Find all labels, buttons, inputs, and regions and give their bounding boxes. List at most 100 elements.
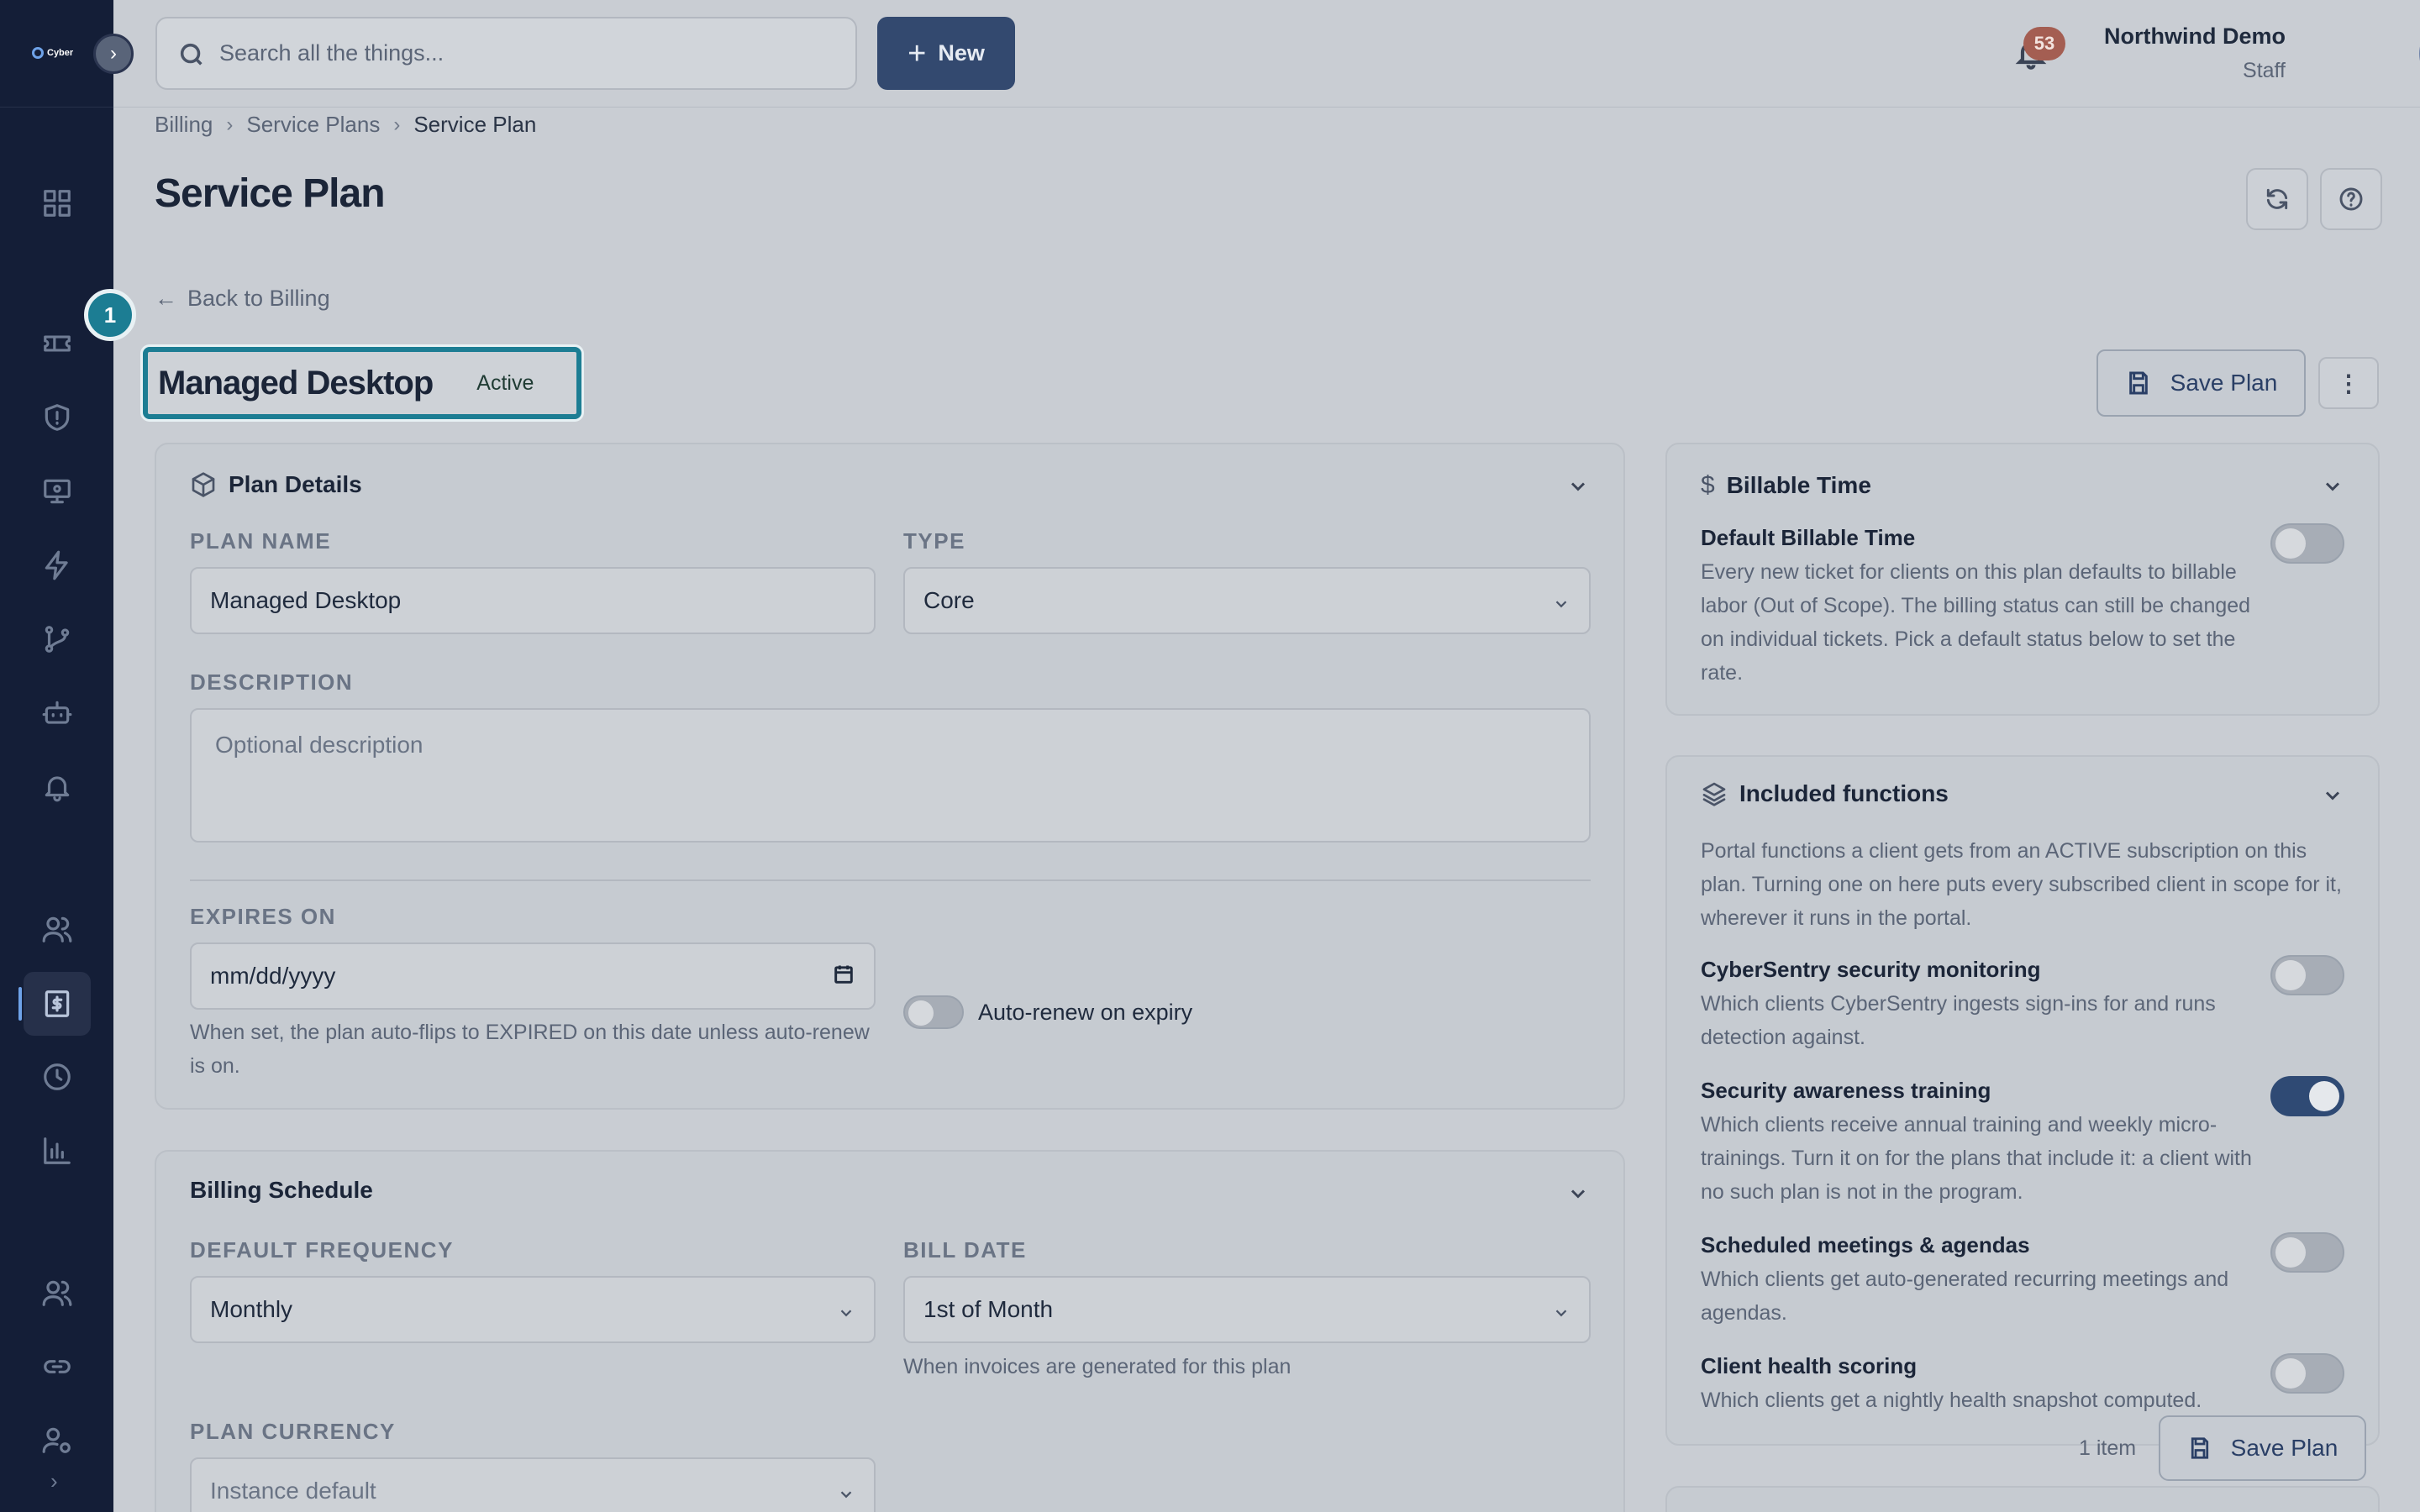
- monitor-gear-icon[interactable]: [37, 471, 77, 512]
- description-label: DESCRIPTION: [190, 669, 354, 695]
- chevron-right-icon: ›: [226, 113, 234, 136]
- shield-alert-icon[interactable]: [37, 397, 77, 438]
- meetings-toggle[interactable]: [2270, 1232, 2344, 1273]
- git-branch-icon[interactable]: [37, 619, 77, 659]
- arrow-left-icon: ←: [155, 286, 177, 311]
- billable-time-card: $ Billable Time Default Billable Time Ev…: [1665, 443, 2380, 716]
- function-desc-health-scoring: Which clients get a nightly health snaps…: [1701, 1389, 2202, 1412]
- help-button[interactable]: [2320, 168, 2382, 230]
- layers-icon: [1702, 782, 1726, 806]
- chevron-right-icon: ›: [110, 42, 117, 65]
- default-frequency-select[interactable]: Monthly: [190, 1276, 876, 1343]
- refresh-icon: [2266, 188, 2288, 210]
- package-icon: [192, 472, 215, 497]
- cybersentry-toggle[interactable]: [2270, 955, 2344, 995]
- kebab-icon: ⋮: [2337, 370, 2360, 396]
- dollar-icon: $: [1701, 471, 1715, 499]
- lightning-icon[interactable]: [37, 545, 77, 585]
- sidebar: Cyber ›: [0, 0, 113, 1512]
- type-select[interactable]: Core: [903, 567, 1591, 634]
- expires-on-date-input[interactable]: mm/dd/yyyy: [190, 942, 876, 1010]
- included-functions-card: Included functions Portal functions a cl…: [1665, 755, 2380, 1446]
- bill-date-select[interactable]: 1st of Month: [903, 1276, 1591, 1343]
- chevron-right-icon[interactable]: ›: [50, 1468, 58, 1494]
- refresh-button[interactable]: [2246, 168, 2308, 230]
- team-icon[interactable]: [37, 1273, 77, 1313]
- dashboard-icon[interactable]: [37, 183, 77, 223]
- link-icon[interactable]: [37, 1347, 77, 1387]
- breadcrumb-service-plans[interactable]: Service Plans: [246, 112, 380, 138]
- invoice-icon[interactable]: [24, 972, 91, 1036]
- help-icon: [2339, 187, 2363, 211]
- chevron-down-icon: [1552, 1301, 1570, 1328]
- bot-icon[interactable]: [37, 693, 77, 733]
- plan-name-field[interactable]: Managed Desktop: [190, 567, 876, 634]
- topbar: Search all the things... + New 53 Northwi…: [113, 0, 2420, 108]
- new-button[interactable]: + New: [877, 17, 1015, 90]
- expires-on-help: When set, the plan auto-flips to EXPIRED…: [190, 1021, 870, 1078]
- back-to-billing-link[interactable]: ← Back to Billing: [155, 286, 330, 312]
- plan-details-title: Plan Details: [229, 471, 362, 497]
- plan-currency-label: PLAN CURRENCY: [190, 1419, 396, 1444]
- bill-date-value: 1st of Month: [923, 1296, 1054, 1322]
- logo-mark: [32, 47, 44, 59]
- type-value: Core: [923, 587, 975, 613]
- expires-on-placeholder: mm/dd/yyyy: [210, 963, 336, 989]
- auto-renew-toggle[interactable]: [903, 995, 964, 1029]
- more-options-button[interactable]: ⋮: [2318, 357, 2379, 409]
- expires-on-label: EXPIRES ON: [190, 904, 336, 929]
- sidebar-collapse-button[interactable]: ›: [93, 34, 134, 74]
- function-title-cybersentry: CyberSentry security monitoring: [1701, 957, 2041, 982]
- billing-schedule-header[interactable]: Billing Schedule: [190, 1177, 373, 1204]
- users-icon[interactable]: [37, 909, 77, 949]
- bell-icon[interactable]: [37, 767, 77, 807]
- description-placeholder: Optional description: [215, 732, 424, 758]
- function-desc-meetings: Which clients get auto-generated recurri…: [1701, 1268, 2229, 1325]
- calendar-icon[interactable]: [832, 963, 855, 992]
- chevron-down-icon[interactable]: [1566, 1182, 1590, 1205]
- chevron-down-icon[interactable]: [2321, 784, 2344, 807]
- user-gear-icon[interactable]: [37, 1420, 77, 1460]
- save-icon: [2128, 371, 2148, 395]
- breadcrumb-billing[interactable]: Billing: [155, 112, 213, 138]
- save-icon: [2191, 1437, 2208, 1459]
- billable-time-header[interactable]: $ Billable Time: [1701, 471, 1871, 500]
- chevron-down-icon[interactable]: [1566, 475, 1590, 498]
- logo-text: Cyber: [47, 48, 74, 58]
- description-textarea[interactable]: Optional description: [190, 708, 1591, 843]
- awareness-training-toggle[interactable]: [2270, 1076, 2344, 1116]
- default-billable-time-toggle[interactable]: [2270, 523, 2344, 564]
- plan-name-label: PLAN NAME: [190, 528, 332, 554]
- default-frequency-label: DEFAULT FREQUENCY: [190, 1237, 454, 1263]
- divider: [190, 879, 1591, 881]
- chevron-down-icon[interactable]: [2321, 475, 2344, 498]
- floating-save-plan-button[interactable]: Save Plan: [2159, 1415, 2366, 1481]
- save-plan-label: Save Plan: [2170, 370, 2278, 396]
- health-scoring-toggle[interactable]: [2270, 1353, 2344, 1394]
- app-logo[interactable]: Cyber: [32, 44, 82, 62]
- ticket-icon[interactable]: [37, 323, 77, 364]
- breadcrumb-current: Service Plan: [413, 112, 537, 137]
- chevron-down-icon: [837, 1301, 855, 1328]
- step-marker: 1: [84, 289, 136, 341]
- function-title-health-scoring: Client health scoring: [1701, 1353, 1918, 1378]
- bar-chart-icon[interactable]: [37, 1131, 77, 1171]
- plan-details-header[interactable]: Plan Details: [190, 471, 362, 498]
- plan-currency-value: Instance default: [210, 1478, 376, 1504]
- included-functions-intro: Portal functions a client gets from an A…: [1701, 839, 2342, 930]
- search-placeholder: Search all the things...: [219, 40, 445, 66]
- plan-name-value: Managed Desktop: [210, 587, 402, 613]
- plan-currency-select[interactable]: Instance default: [190, 1457, 876, 1512]
- save-plan-button[interactable]: Save Plan: [2096, 349, 2306, 417]
- plan-name-heading[interactable]: Managed Desktop Active: [143, 347, 581, 419]
- bill-date-help: When invoices are generated for this pla…: [903, 1355, 1292, 1378]
- billing-schedule-card: Billing Schedule DEFAULT FREQUENCY Month…: [155, 1150, 1625, 1512]
- active-indicator: [18, 987, 22, 1021]
- next-card: [1665, 1486, 2380, 1512]
- new-button-label: New: [938, 40, 985, 66]
- plan-name-title: Managed Desktop: [158, 364, 434, 402]
- search-input[interactable]: Search all the things...: [155, 17, 857, 90]
- clock-icon[interactable]: [37, 1057, 77, 1097]
- included-functions-header[interactable]: Included functions: [1701, 780, 1949, 807]
- function-title-meetings: Scheduled meetings & agendas: [1701, 1232, 2030, 1257]
